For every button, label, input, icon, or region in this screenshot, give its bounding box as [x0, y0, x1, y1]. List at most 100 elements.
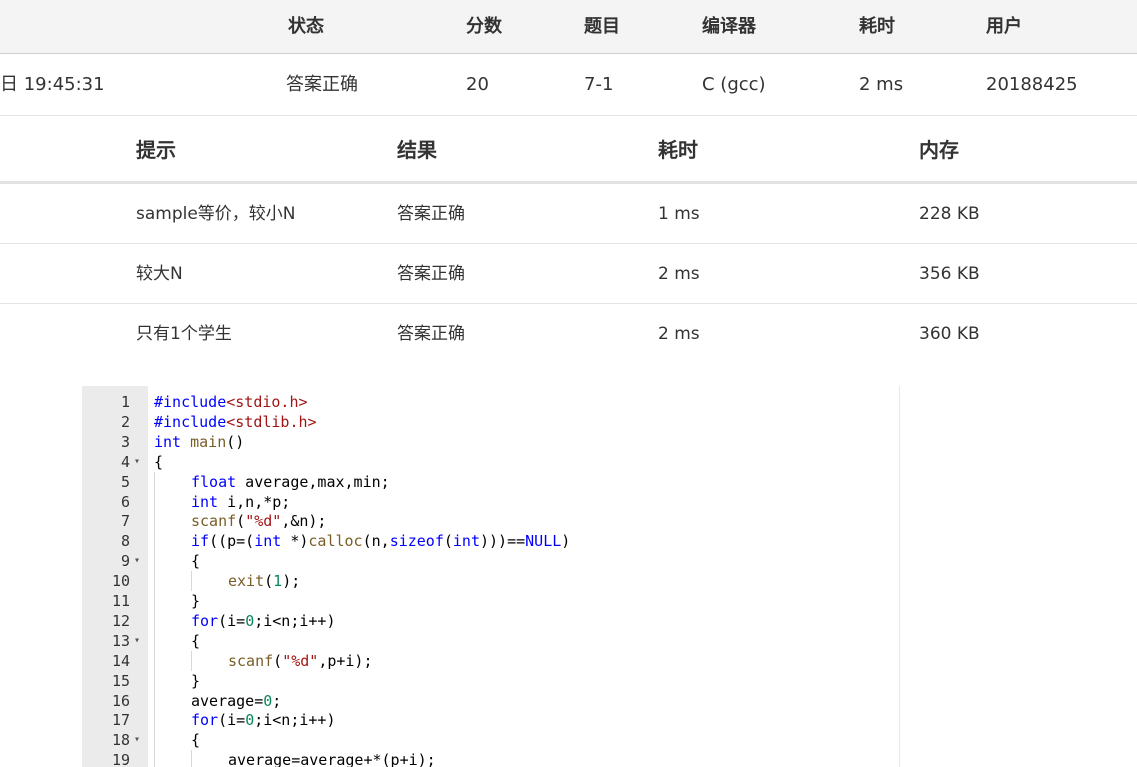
code-text: float average,max,min; [191, 472, 390, 491]
header-hint: 提示 [136, 138, 176, 162]
code-line: 7 scanf("%d",&n); [82, 511, 899, 532]
indent-guide [154, 610, 155, 631]
line-number: 13 [111, 631, 130, 650]
code-text: { [191, 731, 201, 750]
code-text: { [191, 552, 201, 571]
line-number: 11 [111, 592, 130, 610]
code-text: } [191, 592, 201, 610]
indent-guide [154, 531, 155, 552]
indent-guide [154, 551, 155, 572]
code-line: 18 ▾ { [82, 730, 899, 751]
indent-guide [154, 730, 155, 751]
case-time: 2 ms [658, 324, 700, 344]
line-number: 15 [111, 671, 130, 690]
submission-status: 答案正确 [286, 74, 358, 95]
code-line: 6 int i,n,*p; [82, 491, 899, 512]
line-number: 17 [111, 711, 130, 730]
case-memory: 228 KB [919, 204, 980, 224]
case-result: 答案正确 [397, 204, 465, 224]
code-text: scanf("%d",&n); [191, 512, 327, 531]
indent-guide [191, 571, 192, 592]
code-text: int i,n,*p; [191, 492, 291, 511]
header-user: 用户 [986, 16, 1022, 37]
submit-time: 日 19:45:31 [0, 74, 105, 95]
line-number: 16 [111, 691, 130, 710]
header-score: 分数 [466, 16, 502, 37]
line-number: 7 [120, 512, 130, 531]
submission-user: 20188425 [986, 74, 1078, 95]
code-text: { [191, 631, 201, 650]
line-number: 19 [111, 751, 130, 767]
header-elapsed: 耗时 [859, 16, 895, 37]
code-text: #include<stdio.h> [154, 393, 308, 411]
code-line: 19 average=average+*(p+i); [82, 750, 899, 767]
test-case-table-header: 提示 结果 耗时 内存 [0, 117, 1137, 184]
submission-score: 20 [466, 74, 489, 95]
header-result: 结果 [397, 138, 437, 162]
code-text: #include<stdlib.h> [154, 412, 317, 431]
code-viewer[interactable]: 1 #include<stdio.h> 2 #include<stdlib.h> 3 in… [82, 386, 900, 767]
code-line: 2 #include<stdlib.h> [82, 412, 899, 432]
case-hint: 较大N [136, 264, 183, 284]
code-text: exit(1); [228, 572, 301, 591]
code-text: for(i=0;i<n;i++) [191, 611, 336, 630]
code-line: 17 for(i=0;i<n;i++) [82, 710, 899, 731]
code-line: 15} [82, 670, 899, 691]
code-line: 14 scanf("%d",p+i); [82, 650, 899, 671]
indent-guide [154, 670, 155, 691]
case-hint: sample等价，较小N [136, 204, 296, 224]
code-line: 10 exit(1); [82, 571, 899, 592]
code-line: 8 if((p=(int *)calloc(n,sizeof(int)))==NU… [82, 531, 899, 552]
indent-guide [154, 591, 155, 611]
code-text: average=average+*(p+i); [228, 751, 436, 767]
code-line: 5 float average,max,min; [82, 471, 899, 492]
fold-arrow-down-icon[interactable]: ▾ [134, 730, 140, 750]
case-memory: 360 KB [919, 324, 980, 344]
indent-guide [154, 630, 155, 651]
fold-arrow-down-icon[interactable]: ▾ [134, 452, 140, 472]
code-line: 1 #include<stdio.h> [82, 392, 899, 412]
case-time: 1 ms [658, 204, 700, 224]
code-text: { [154, 452, 164, 471]
header-status: 状态 [288, 16, 324, 37]
case-time: 2 ms [658, 264, 700, 284]
case-hint: 只有1个学生 [136, 324, 232, 344]
indent-guide [154, 571, 155, 592]
indent-guide [154, 690, 155, 711]
line-number: 4 [120, 452, 130, 471]
code-line: 11} [82, 591, 899, 611]
table-row: 只有1个学生 答案正确 2 ms 360 KB [0, 304, 1137, 364]
line-number: 12 [111, 611, 130, 630]
code-text: if((p=(int *)calloc(n,sizeof(int)))==NUL… [191, 532, 571, 551]
case-result: 答案正确 [397, 324, 465, 344]
table-row: 较大N 答案正确 2 ms 356 KB [0, 244, 1137, 304]
submission-table-header: 状态 分数 题目 编译器 耗时 用户 [0, 0, 1137, 54]
header-problem: 题目 [584, 16, 620, 37]
header-compiler: 编译器 [702, 16, 756, 37]
table-row: sample等价，较小N 答案正确 1 ms 228 KB [0, 184, 1137, 244]
code-line: 16 average=0; [82, 690, 899, 711]
code-text: for(i=0;i<n;i++) [191, 711, 336, 730]
indent-guide [154, 650, 155, 671]
code-line: 12 for(i=0;i<n;i++) [82, 610, 899, 631]
line-number: 14 [111, 651, 130, 670]
line-number: 6 [120, 492, 130, 511]
case-memory: 356 KB [919, 264, 980, 284]
problem-link[interactable]: 7-1 [584, 54, 613, 116]
code-line: 4 ▾ { [82, 452, 899, 472]
code-text: scanf("%d",p+i); [228, 651, 373, 670]
indent-guide [154, 511, 155, 532]
indent-guide [154, 750, 155, 767]
submission-row: 日 19:45:31 答案正确 20 7-1 C (gcc) 2 ms 2018… [0, 54, 1137, 116]
fold-arrow-down-icon[interactable]: ▾ [134, 631, 140, 651]
line-number: 2 [120, 412, 130, 431]
code-line: 3 int main() [82, 432, 899, 452]
line-number: 10 [111, 572, 130, 591]
line-number: 8 [120, 532, 130, 551]
indent-guide [191, 650, 192, 671]
submission-compiler: C (gcc) [702, 74, 766, 95]
code-text: average=0; [191, 691, 282, 710]
line-number: 3 [120, 432, 130, 451]
indent-guide [154, 471, 155, 492]
fold-arrow-down-icon[interactable]: ▾ [134, 551, 140, 571]
